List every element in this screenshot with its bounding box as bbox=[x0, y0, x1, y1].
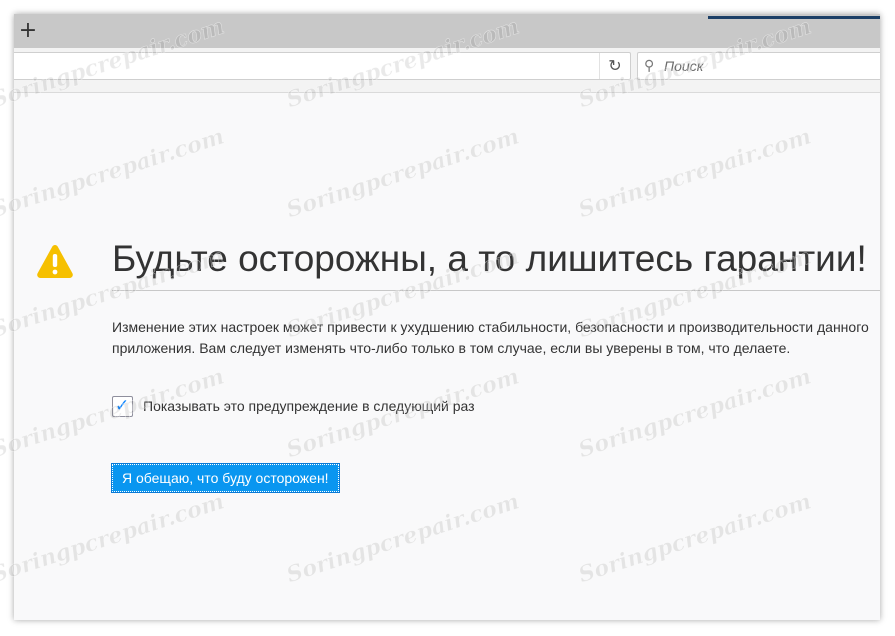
navigation-toolbar: ↻ ⚲ Поиск bbox=[14, 48, 880, 93]
search-placeholder: Поиск bbox=[664, 58, 704, 74]
search-input[interactable]: ⚲ Поиск bbox=[637, 52, 880, 80]
warning-icon bbox=[37, 245, 73, 278]
show-warning-checkbox[interactable]: ✓ bbox=[112, 396, 133, 417]
active-tab-indicator bbox=[708, 16, 880, 19]
accept-risk-button[interactable]: Я обещаю, что буду осторожен! bbox=[111, 463, 340, 493]
url-bar[interactable]: ↻ bbox=[14, 52, 631, 80]
tab-strip: + bbox=[14, 14, 880, 48]
checkmark-icon: ✓ bbox=[115, 396, 130, 416]
reload-icon[interactable]: ↻ bbox=[599, 53, 630, 79]
page-title: Будьте осторожны, а то лишитесь гарантии… bbox=[112, 238, 867, 279]
browser-window: + ↻ ⚲ Поиск Будьте осторожны, а то лишит… bbox=[14, 14, 880, 620]
new-tab-button[interactable]: + bbox=[18, 20, 38, 42]
search-icon: ⚲ bbox=[644, 58, 655, 74]
title-divider bbox=[112, 290, 880, 291]
warning-description: Изменение этих настроек может привести к… bbox=[112, 319, 869, 356]
show-warning-label[interactable]: Показывать это предупреждение в следующи… bbox=[143, 397, 475, 415]
about-config-warning-page: Будьте осторожны, а то лишитесь гарантии… bbox=[14, 93, 880, 620]
